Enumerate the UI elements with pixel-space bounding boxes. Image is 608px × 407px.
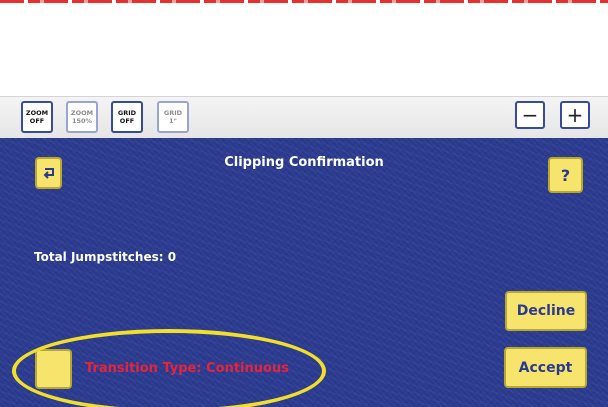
preview-area bbox=[0, 3, 608, 96]
accept-button[interactable]: Accept bbox=[504, 347, 587, 388]
decline-label: Decline bbox=[516, 303, 576, 319]
zoom-off-button[interactable]: ZOOM OFF bbox=[21, 101, 53, 133]
jumpstitches-count: Total Jumpstitches: 0 bbox=[34, 250, 177, 264]
zoom-off-label-line2: OFF bbox=[29, 117, 45, 125]
transition-type-text: Transition Type: Continuous bbox=[85, 361, 289, 376]
grid-1in-label-line2: 1" bbox=[169, 117, 177, 125]
zoom-in-button[interactable]: + bbox=[560, 101, 590, 129]
grid-1in-button[interactable]: GRID 1" bbox=[157, 101, 189, 133]
help-icon: ? bbox=[560, 165, 571, 185]
help-button[interactable]: ? bbox=[548, 157, 583, 193]
screen: ZOOM OFF ZOOM 150% GRID OFF GRID 1" − + bbox=[0, 0, 608, 407]
transition-type-button[interactable] bbox=[35, 349, 72, 389]
plus-icon: + bbox=[566, 103, 584, 127]
clipping-confirmation-panel: Clipping Confirmation ? Total Jumpstitch… bbox=[0, 138, 608, 407]
grid-off-button[interactable]: GRID OFF bbox=[111, 101, 143, 133]
grid-off-label-line1: GRID bbox=[117, 109, 137, 117]
decline-button[interactable]: Decline bbox=[505, 291, 587, 331]
toolbar: ZOOM OFF ZOOM 150% GRID OFF GRID 1" − + bbox=[0, 96, 608, 138]
zoom-off-label-line1: ZOOM bbox=[25, 109, 49, 117]
zoom-150-button[interactable]: ZOOM 150% bbox=[66, 101, 98, 133]
grid-off-label-line2: OFF bbox=[119, 117, 135, 125]
accept-label: Accept bbox=[518, 359, 573, 376]
zoom-out-button[interactable]: − bbox=[515, 101, 545, 129]
page-title: Clipping Confirmation bbox=[224, 155, 384, 170]
grid-1in-label-line1: GRID bbox=[163, 109, 183, 117]
zoom-150-label-line1: ZOOM bbox=[70, 109, 94, 117]
minus-icon: − bbox=[521, 103, 539, 127]
zoom-150-label-line2: 150% bbox=[71, 117, 93, 125]
